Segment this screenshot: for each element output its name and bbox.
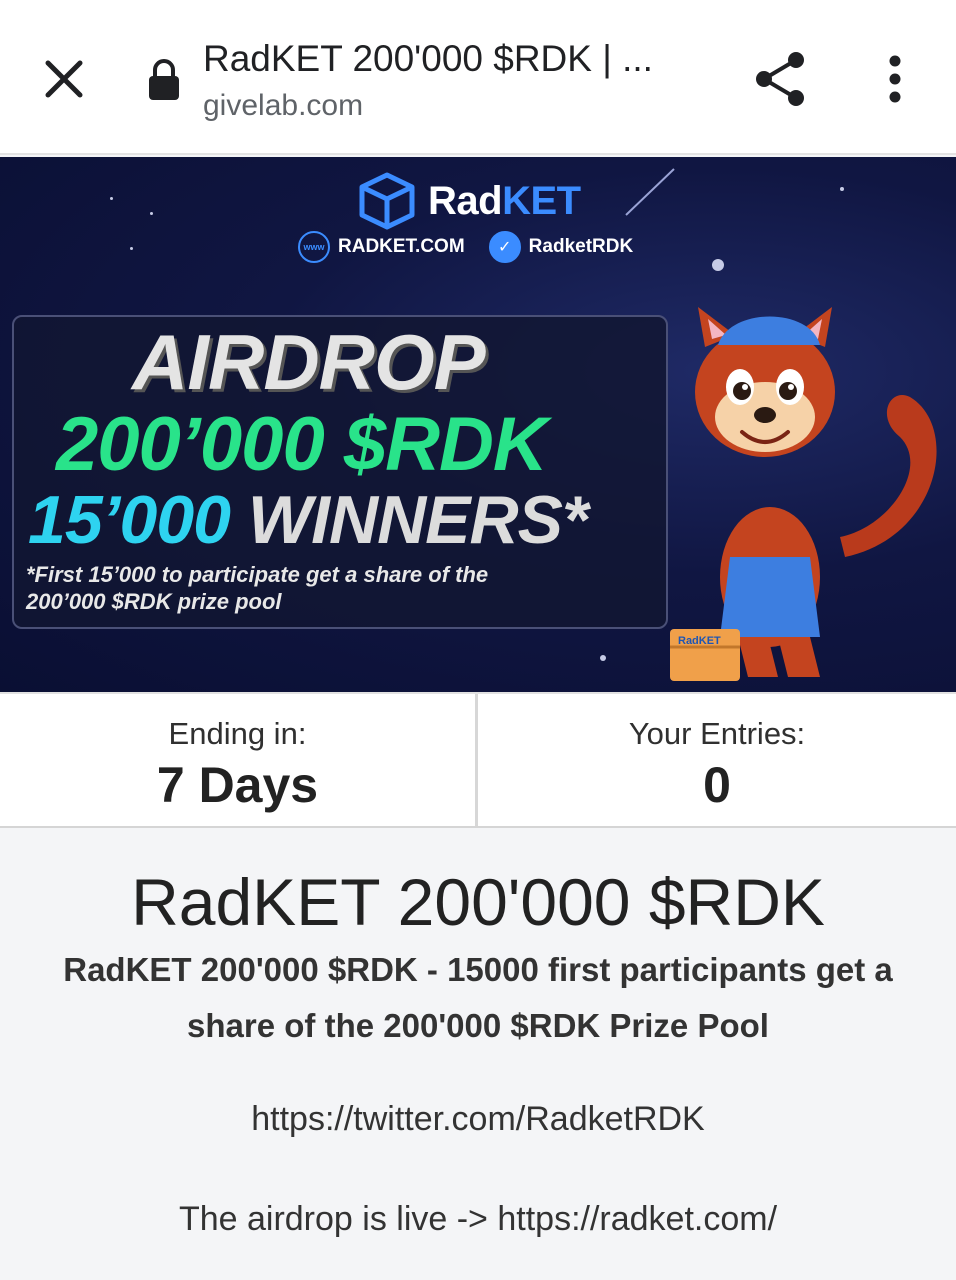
star-dot [130, 247, 133, 250]
browser-toolbar: RadKET 200'000 $RDK | ... givelab.com [0, 0, 956, 155]
giveaway-subtitle: RadKET 200'000 $RDK - 15000 first partic… [63, 951, 893, 1044]
lock-icon[interactable] [146, 58, 182, 102]
ending-in-label: Ending in: [168, 716, 307, 751]
giveaway-description: RadKET 200'000 $RDK RadKET 200'000 $RDK … [0, 830, 956, 1280]
winners-number: 15’000 [28, 482, 231, 558]
twitter-icon: ✓ [488, 231, 521, 263]
share-button[interactable] [748, 46, 814, 112]
promo-footnote: *First 15’000 to participate get a share… [26, 562, 489, 614]
promo-card: AIRDROP 200’000 $RDK 15’000 WINNERS* *Fi… [12, 315, 668, 629]
box-label: RadKET [678, 635, 721, 647]
star-dot [600, 655, 606, 661]
page-title: RadKET 200'000 $RDK | ... [203, 38, 653, 79]
share-icon [756, 52, 804, 106]
website-text: RADKET.COM [338, 236, 465, 257]
website-link: www RADKET.COM [298, 231, 465, 263]
stats-bar: Ending in: 7 Days Your Entries: 0 [0, 692, 956, 828]
star-dot [712, 259, 724, 271]
ending-in-value: 7 Days [156, 757, 319, 813]
winners-line: 15’000 WINNERS* [28, 481, 589, 559]
box-logo-icon [359, 172, 415, 230]
ending-in-stat: Ending in: 7 Days [0, 694, 478, 826]
brand-name-suffix: KET [502, 178, 581, 223]
brand-logo: RadKET [356, 171, 581, 231]
airdrop-live-text[interactable]: The airdrop is live -> https://radket.co… [0, 1194, 956, 1244]
close-icon [45, 60, 83, 98]
squirrel-mascot-illustration [670, 307, 937, 681]
globe-icon: www [298, 231, 330, 263]
banner-links: www RADKET.COM ✓ RadketRDK [298, 231, 633, 263]
twitter-handle-text: RadketRDK [528, 236, 634, 257]
decor-line [625, 168, 675, 216]
winners-word: WINNERS* [247, 482, 589, 558]
close-button[interactable] [30, 45, 98, 113]
brand-name: RadKET [428, 179, 581, 224]
your-entries-label: Your Entries: [628, 716, 806, 751]
your-entries-stat: Your Entries: 0 [478, 694, 956, 826]
star-dot [840, 187, 844, 191]
twitter-url-text[interactable]: https://twitter.com/RadketRDK [0, 1094, 956, 1144]
prize-amount: 200’000 $RDK [56, 402, 548, 487]
brand-name-prefix: Rad [428, 178, 503, 223]
twitter-link: ✓ RadketRDK [488, 231, 634, 263]
more-menu-button[interactable] [866, 46, 924, 112]
url-bar[interactable]: RadKET 200'000 $RDK | ... givelab.com [203, 34, 723, 126]
page-domain: givelab.com [203, 89, 364, 122]
airdrop-heading: AIRDROP [132, 318, 486, 406]
star-dot [110, 197, 113, 200]
giveaway-banner: RadKET www RADKET.COM ✓ RadketRDK AIRDRO… [0, 157, 956, 692]
your-entries-value: 0 [703, 757, 731, 813]
giveaway-title: RadKET 200'000 $RDK [131, 865, 825, 939]
more-vert-icon [889, 55, 901, 103]
star-dot [150, 212, 153, 215]
